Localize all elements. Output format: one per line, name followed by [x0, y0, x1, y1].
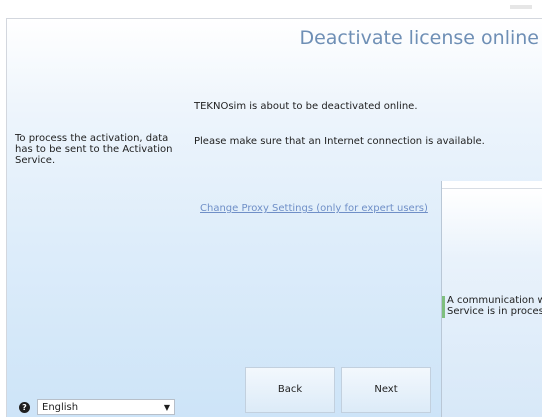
next-button[interactable]: Next — [341, 367, 431, 413]
chevron-down-icon: ▼ — [163, 403, 170, 412]
communication-dialog: A communication with Service is in proce… — [441, 181, 542, 417]
help-icon[interactable]: ? — [19, 402, 30, 413]
internet-connection-message: Please make sure that an Internet connec… — [194, 136, 485, 147]
change-proxy-settings-link[interactable]: Change Proxy Settings (only for expert u… — [200, 203, 428, 214]
window-control-mark — [510, 5, 532, 9]
activation-info-text: To process the activation, data has to b… — [15, 133, 173, 166]
language-value: English — [42, 402, 79, 413]
deactivation-message: TEKNOsim is about to be deactivated onli… — [194, 101, 418, 112]
back-button[interactable]: Back — [245, 367, 335, 413]
language-select[interactable]: English ▼ — [37, 399, 175, 415]
dialog-title: Deactivate license online — [299, 27, 539, 49]
communication-status-text: A communication with Service is in proce… — [447, 295, 542, 317]
communication-dialog-header — [442, 181, 542, 189]
top-bar — [0, 0, 542, 18]
progress-accent — [442, 296, 445, 318]
deactivate-license-dialog: Deactivate license online To process the… — [6, 18, 542, 417]
